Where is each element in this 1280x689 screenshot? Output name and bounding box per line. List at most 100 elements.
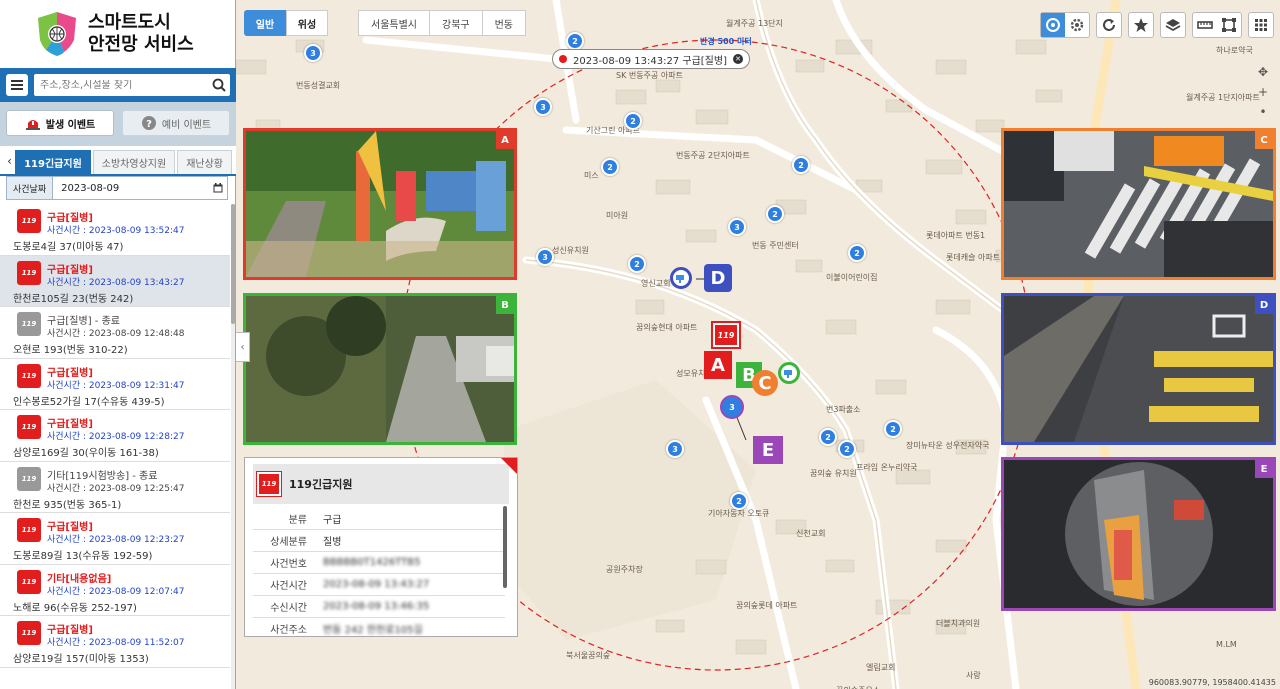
cam-e-map-label[interactable]: E <box>753 436 783 464</box>
cctv-icon <box>676 275 684 283</box>
reserve-events-button[interactable]: ? 예비 이벤트 <box>122 110 230 136</box>
event-list-item[interactable]: 119 기타[119시험방송] - 종료 사건시간 : 2023-08-09 12:… <box>0 462 230 513</box>
cctv-label-e: E <box>1255 460 1273 478</box>
event-title: 구급[질병] <box>47 419 93 430</box>
cluster-badge[interactable]: 3 <box>728 218 746 236</box>
cluster-badge-e[interactable]: 3 <box>720 395 744 419</box>
cam-c-map-label[interactable]: C <box>752 370 778 396</box>
event-list-item[interactable]: 119 구급[질병] 사건시간 : 2023-08-09 13:52:47 도봉로4길… <box>0 204 230 256</box>
satellite-view-button[interactable]: 위성 <box>286 10 328 36</box>
cctv-panel-b[interactable]: B <box>243 293 517 445</box>
event-address: 도봉로89길 13(수유동 192-59) <box>13 551 153 562</box>
cluster-badge[interactable]: 3 <box>666 440 684 458</box>
event-list-item[interactable]: 119 구급[질병] 사건시간 : 2023-08-09 11:52:07 삼양로19… <box>0 616 230 668</box>
event-list-item[interactable]: 119 구급[질병] 사건시간 : 2023-08-09 12:23:27 도봉로89… <box>0 513 230 565</box>
layers-icon[interactable] <box>1161 13 1185 37</box>
cctv-marker-b[interactable] <box>778 362 800 384</box>
close-icon[interactable]: ✕ <box>733 54 743 64</box>
cluster-badge[interactable]: 3 <box>536 248 554 266</box>
tab-firetruck-video[interactable]: 소방차영상지원 <box>92 150 176 174</box>
grid-menu-icon[interactable] <box>1249 13 1273 37</box>
event-list-item[interactable]: 119 구급[질병] 사건시간 : 2023-08-09 13:43:27 한천로10… <box>0 255 230 307</box>
map-place-label: 영신교회 <box>641 279 671 288</box>
breadcrumb-city[interactable]: 서울특별시 <box>358 10 430 36</box>
normal-view-button[interactable]: 일반 <box>244 10 286 36</box>
cctv-feed-path <box>246 296 514 442</box>
event-list-item[interactable]: 119 구급[질병] 사건시간 : 2023-08-09 12:31:47 인수봉로5… <box>0 359 230 410</box>
search-input[interactable] <box>40 79 212 91</box>
event-address: 노해로 96(수유동 252-197) <box>13 602 137 614</box>
ruler-icon[interactable] <box>1193 13 1217 37</box>
refresh-icon[interactable] <box>1097 13 1121 37</box>
date-filter-label: 사건날짜 <box>7 177 54 199</box>
cluster-badge[interactable]: 2 <box>848 244 866 262</box>
tab-119[interactable]: 119긴급지원 <box>15 150 91 174</box>
tab-disaster[interactable]: 재난상황 <box>177 150 232 174</box>
pan-control-icon[interactable]: ✥ <box>1255 64 1271 80</box>
map-place-label: 꿈의숲주유소 <box>836 685 880 689</box>
cctv-panel-a[interactable]: A <box>243 128 517 280</box>
zoom-in-icon[interactable]: + <box>1255 84 1271 100</box>
cam-a-map-label[interactable]: A <box>704 351 732 379</box>
event-list-item[interactable]: 119 구급[질병] - 종료 사건시간 : 2023-08-09 12:48:48… <box>0 307 230 359</box>
map-place-label: 꿈의숲 유치원 <box>810 469 857 478</box>
cluster-badge[interactable]: 2 <box>819 428 837 446</box>
search-icon[interactable] <box>212 78 226 92</box>
event-title: 구급[질병] <box>47 522 93 533</box>
119-logo-icon: 119 <box>17 569 41 594</box>
cluster-badge[interactable]: 2 <box>601 158 619 176</box>
event-time: 사건시간 : 2023-08-09 12:48:48 <box>47 329 185 339</box>
star-icon[interactable] <box>1129 13 1153 37</box>
cctv-panel-c[interactable]: C <box>1001 128 1276 280</box>
svg-text:?: ? <box>146 119 152 130</box>
cctv-feed-playground <box>246 131 514 277</box>
cluster-badge[interactable]: 2 <box>624 112 642 130</box>
cluster-badge[interactable]: 2 <box>838 440 856 458</box>
incident-marker-logo[interactable]: 119 <box>711 321 741 349</box>
cam-d-map-label[interactable]: D <box>704 264 732 292</box>
map-place-label: 엘림교회 <box>866 663 896 672</box>
map-place-label: 장미뉴타운 성우전자약국 <box>906 441 990 450</box>
cctv-feed-cctv-zone <box>1004 296 1273 442</box>
brand-logo[interactable]: 스마트도시 안전망 서비스 <box>0 0 235 68</box>
cctv-label-d: D <box>1255 296 1273 314</box>
cctv-panel-e[interactable]: E <box>1001 457 1276 611</box>
info-key: 사건번호 <box>270 559 307 570</box>
info-row: 수신시간 2023-08-09 13:46:35 <box>253 596 505 618</box>
tab-prev-arrow[interactable]: ‹ <box>4 148 15 174</box>
cluster-badge[interactable]: 2 <box>792 156 810 174</box>
cctv-marker-d[interactable] <box>670 267 692 289</box>
event-time: 사건시간 : 2023-08-09 12:07:47 <box>47 586 185 597</box>
cluster-badge[interactable]: 2 <box>766 205 784 223</box>
map-place-label: 미아원 <box>606 211 629 220</box>
info-scrollbar[interactable] <box>503 506 507 588</box>
breadcrumb-dong[interactable]: 번동 <box>481 10 527 36</box>
cctv-layer-tool-icon[interactable] <box>1041 13 1065 37</box>
info-value: 질병 <box>323 537 342 548</box>
calendar-icon[interactable] <box>209 183 227 193</box>
cluster-badge[interactable]: 3 <box>534 98 552 116</box>
date-filter-value[interactable]: 2023-08-09 <box>53 183 209 194</box>
event-list-item[interactable]: 119 기타[내용없음] 사건시간 : 2023-08-09 12:07:47 노해로… <box>0 565 230 616</box>
incident-pill[interactable]: 2023-08-09 13:43:27 구급[질병] ✕ <box>552 49 750 69</box>
zoom-level-dot-icon[interactable]: • <box>1255 104 1271 120</box>
cluster-badge[interactable]: 3 <box>304 44 322 62</box>
alert-dot-icon <box>559 55 567 63</box>
area-measure-icon[interactable] <box>1217 13 1241 37</box>
breadcrumb-district[interactable]: 강북구 <box>429 10 483 36</box>
event-title: 구급[질병] <box>47 213 93 224</box>
cluster-badge[interactable]: 2 <box>884 420 902 438</box>
event-title: 구급[질병] <box>47 264 93 276</box>
sidebar-collapse-button[interactable]: ‹ <box>236 332 250 362</box>
info-value: BBBBB0T1426TTB5 <box>323 557 421 568</box>
event-list-item[interactable]: 119 구급[질병] 사건시간 : 2023-08-09 12:28:27 삼양로16… <box>0 410 230 462</box>
menu-button[interactable] <box>6 74 28 96</box>
cctv-panel-d[interactable]: D <box>1001 293 1276 445</box>
settings-gear-icon[interactable] <box>1065 13 1089 37</box>
active-events-button[interactable]: 발생 이벤트 <box>6 110 114 136</box>
cluster-badge[interactable]: 2 <box>628 255 646 273</box>
map-place-label: 하나로약국 <box>1216 46 1253 55</box>
event-list-scrollbar[interactable] <box>231 204 235 689</box>
cluster-badge[interactable]: 2 <box>566 32 584 50</box>
cluster-badge[interactable]: 2 <box>730 492 748 510</box>
